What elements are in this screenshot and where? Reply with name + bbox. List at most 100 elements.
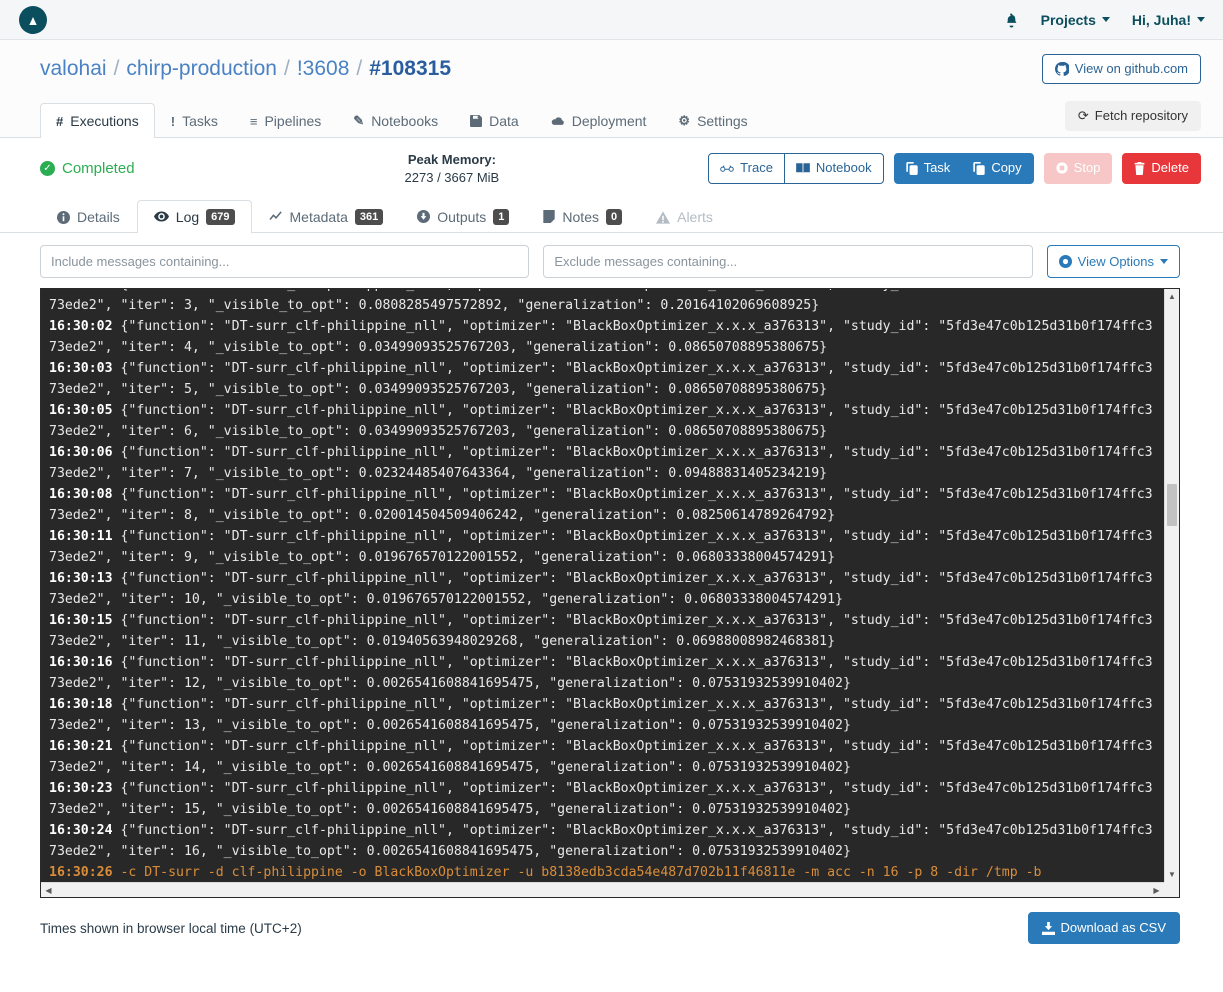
task-label: Task: [923, 160, 951, 176]
chevron-down-icon: [1197, 17, 1205, 22]
subtab-log[interactable]: Log 679: [136, 199, 252, 233]
copy-button[interactable]: Copy: [961, 153, 1034, 184]
subtab-log-label: Log: [175, 208, 200, 225]
stop-circle-icon: [1056, 162, 1068, 175]
log-line: 16:30:15 {"function": "DT-surr_clf-phili…: [49, 610, 1156, 652]
chevron-down-icon: [1160, 259, 1169, 264]
scroll-down-arrow-icon[interactable]: ▼: [1165, 867, 1179, 882]
tab-pipelines[interactable]: ≡ Pipelines: [234, 103, 337, 138]
tab-deployment[interactable]: Deployment: [535, 103, 663, 138]
user-menu-label: Hi, Juha!: [1131, 11, 1191, 28]
log-message: {"function": "DT-surr_clf-philippine_nll…: [49, 781, 1153, 817]
log-timestamp: 16:30:15: [49, 613, 113, 628]
log-message: {"function": "DT-surr_clf-philippine_nll…: [49, 403, 1153, 439]
log-horizontal-scrollbar[interactable]: ◀ ▶: [41, 882, 1164, 897]
tab-tasks[interactable]: ! Tasks: [155, 103, 234, 138]
log-vertical-scrollbar[interactable]: ▲ ▼: [1164, 289, 1179, 882]
bell-icon[interactable]: [1004, 12, 1019, 28]
scroll-left-arrow-icon[interactable]: ◀: [41, 883, 56, 897]
peak-memory-label: Peak Memory:: [407, 152, 496, 167]
trash-icon: [1134, 161, 1145, 175]
timezone-note: Times shown in browser local time (UTC+2…: [40, 920, 302, 936]
breadcrumb-bar: valohai / chirp-production / !3608 / #10…: [0, 40, 1223, 98]
status-badge: ✓ Completed: [40, 160, 135, 177]
subtab-outputs[interactable]: Outputs 1: [400, 200, 526, 233]
subtab-notes[interactable]: Notes 0: [526, 200, 639, 233]
download-circle-icon: [417, 210, 431, 224]
stop-label: Stop: [1073, 160, 1101, 176]
fetch-repository-button[interactable]: ⟳ Fetch repository: [1064, 100, 1201, 131]
log-timestamp: 16:30:13: [49, 571, 113, 586]
log-footer: Times shown in browser local time (UTC+2…: [0, 898, 1223, 945]
trace-button[interactable]: Trace: [708, 153, 785, 184]
log-line: 16:30:02 {"function": "DT-surr_clf-phili…: [49, 316, 1156, 358]
scroll-right-arrow-icon[interactable]: ▶: [1149, 883, 1164, 897]
user-menu[interactable]: Hi, Juha!: [1132, 12, 1205, 28]
hash-icon: #: [56, 113, 64, 129]
breadcrumb-separator: /: [113, 57, 120, 80]
stop-button: Stop: [1043, 153, 1113, 184]
log-line: 16:30:21 {"function": "DT-surr_clf-phili…: [49, 736, 1156, 778]
execution-status-row: ✓ Completed Peak Memory: 2273 / 3667 MiB…: [0, 138, 1223, 195]
exclude-messages-input[interactable]: [543, 245, 1033, 278]
valohai-logo[interactable]: [19, 5, 47, 34]
chevron-down-icon: [1101, 17, 1110, 22]
log-timestamp: 16:30:21: [49, 739, 113, 754]
refresh-icon: ⟳: [1077, 107, 1089, 123]
tab-executions[interactable]: # Executions: [40, 103, 155, 138]
delete-button[interactable]: Delete: [1122, 153, 1201, 184]
subtab-details[interactable]: Details: [40, 200, 137, 233]
notebook-button[interactable]: Notebook: [783, 153, 884, 184]
breadcrumb: valohai / chirp-production / !3608 / #10…: [40, 57, 451, 81]
download-icon: [1041, 921, 1055, 935]
log-scroll-area[interactable]: 16:30:01 {"function": "DT-surr_clf-phili…: [41, 289, 1164, 882]
tab-settings[interactable]: ⚙ Settings: [662, 103, 763, 138]
chart-line-icon: [268, 211, 283, 223]
download-csv-button[interactable]: Download as CSV: [1027, 912, 1180, 945]
log-timestamp: 16:30:16: [49, 655, 113, 670]
log-timestamp: 16:30:05: [49, 403, 113, 418]
action-group-left: Trace Notebook: [708, 153, 884, 184]
log-line: 16:30:24 {"function": "DT-surr_clf-phili…: [49, 820, 1156, 862]
topbar-right-group: Projects Hi, Juha!: [1004, 12, 1205, 28]
subtab-alerts-label: Alerts: [677, 209, 713, 225]
copy-icon: [905, 161, 918, 175]
breadcrumb-org[interactable]: valohai: [40, 57, 107, 81]
log-line: 16:30:03 {"function": "DT-surr_clf-phili…: [49, 358, 1156, 400]
subtab-outputs-label: Outputs: [437, 208, 487, 225]
log-line: 16:30:11 {"function": "DT-surr_clf-phili…: [49, 526, 1156, 568]
log-message: {"function": "DT-surr_clf-philippine_nll…: [49, 613, 1153, 649]
copy-label: Copy: [991, 160, 1022, 176]
cloud-icon: [551, 116, 565, 127]
log-timestamp: 16:30:02: [49, 319, 113, 334]
logo-container[interactable]: [0, 5, 66, 34]
tab-data[interactable]: Data: [454, 103, 535, 138]
scroll-up-arrow-icon[interactable]: ▲: [1165, 289, 1179, 304]
exclamation-icon: !: [170, 113, 176, 129]
subtab-outputs-badge: 1: [493, 208, 510, 225]
log-message: {"function": "DT-surr_clf-philippine_nll…: [49, 289, 1153, 313]
subtab-metadata[interactable]: Metadata 361: [252, 200, 401, 233]
log-message: {"function": "DT-surr_clf-philippine_nll…: [49, 487, 1153, 523]
vertical-scrollbar-thumb[interactable]: [1167, 484, 1177, 526]
breadcrumb-separator: /: [356, 57, 363, 80]
include-messages-input[interactable]: [40, 245, 530, 278]
log-message: {"function": "DT-surr_clf-philippine_nll…: [49, 445, 1153, 481]
breadcrumb-project[interactable]: chirp-production: [126, 57, 277, 81]
log-message: {"function": "DT-surr_clf-philippine_nll…: [49, 655, 1153, 691]
tab-deployment-label: Deployment: [571, 113, 647, 129]
execution-sub-tab-bar: Details Log 679 Metadata 361 Outputs 1 N…: [0, 195, 1223, 233]
view-on-github-button[interactable]: View on github.com: [1041, 53, 1201, 85]
tab-notebooks[interactable]: ✎ Notebooks: [337, 103, 454, 138]
task-button[interactable]: Task: [893, 153, 963, 184]
tab-executions-label: Executions: [70, 113, 139, 129]
copy-icon: [973, 161, 985, 175]
log-message: {"function": "DT-surr_clf-philippine_nll…: [49, 571, 1153, 607]
glasses-icon: [720, 164, 734, 173]
projects-menu[interactable]: Projects: [1041, 12, 1110, 28]
view-options-button[interactable]: View Options: [1046, 245, 1181, 278]
tab-data-label: Data: [489, 113, 519, 129]
breadcrumb-commit[interactable]: !3608: [297, 57, 350, 81]
log-line: 16:30:06 {"function": "DT-surr_clf-phili…: [49, 442, 1156, 484]
execution-actions: Trace Notebook Task Copy Stop Delete: [708, 153, 1201, 184]
